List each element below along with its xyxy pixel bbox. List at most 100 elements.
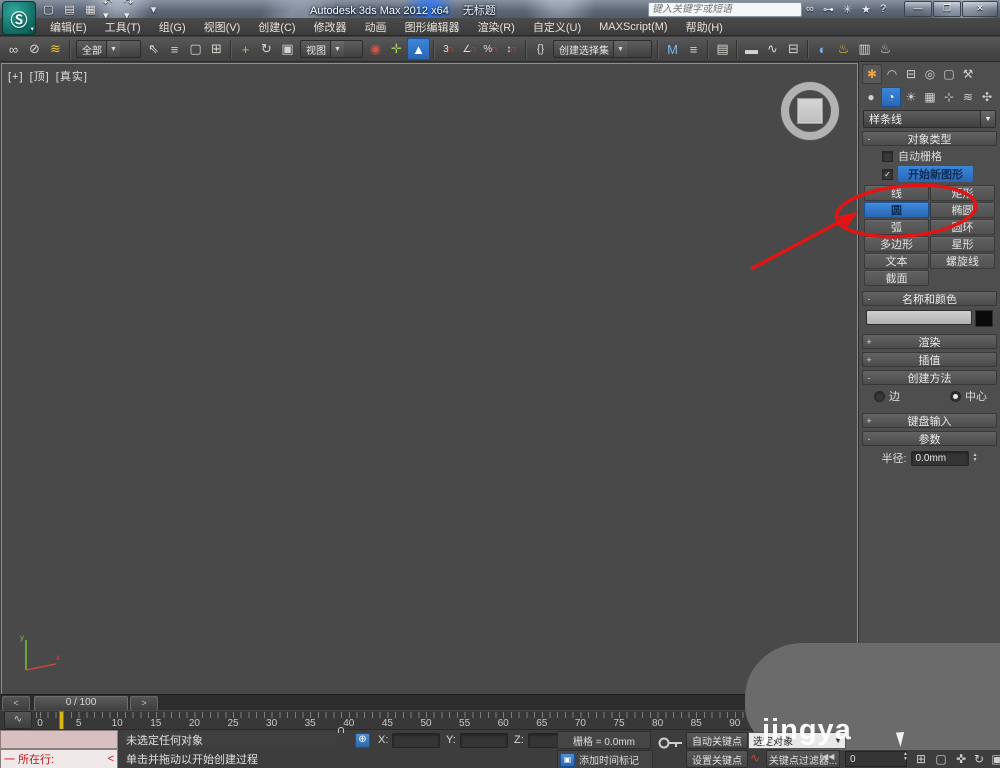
shape-button-椭圆[interactable]: 椭圆 xyxy=(930,202,995,218)
tab-modify[interactable]: ◠ xyxy=(883,65,901,83)
menu-组(G)[interactable]: 组(G) xyxy=(151,18,194,36)
render-production-icon[interactable]: ♨ xyxy=(875,39,896,59)
key-icon[interactable]: ⊶ xyxy=(823,3,834,16)
select-and-scale-icon[interactable]: ▣ xyxy=(277,39,298,59)
rendered-frame-window-icon[interactable]: ▥ xyxy=(854,39,875,59)
shape-button-圆环[interactable]: 圆环 xyxy=(930,219,995,235)
set-key-button[interactable]: 设置关键点 xyxy=(686,750,748,768)
named-selection-sets-dropdown[interactable]: 创建选择集 ▼ xyxy=(553,40,652,58)
select-and-rotate-icon[interactable]: ↻ xyxy=(256,39,277,59)
radius-spinner[interactable]: ▲ ▼ xyxy=(973,453,978,463)
rollout-creation-method-header[interactable]: - 创建方法 xyxy=(862,370,997,385)
key-mode-toggle-icon[interactable]: ⊞ xyxy=(912,750,930,767)
auto-key-icon[interactable] xyxy=(656,735,686,751)
undo-icon[interactable]: ↶ ▾ xyxy=(103,0,120,22)
window-crossing-toggle-icon[interactable]: ⊞ xyxy=(206,39,227,59)
object-color-swatch[interactable] xyxy=(975,310,993,327)
zoom-region-icon-icon[interactable]: ▢ xyxy=(932,750,950,767)
frame-spinner[interactable]: ▲ ▼ xyxy=(903,752,908,762)
curve-editor-icon[interactable]: ∿ xyxy=(762,39,783,59)
save-file-icon[interactable]: ▦ xyxy=(82,2,99,17)
rollout-keyboard-entry-header[interactable]: + 键盘输入 xyxy=(862,413,997,428)
add-time-tag[interactable]: ▣ 添加时间标记 xyxy=(557,750,653,768)
x-coordinate-field[interactable] xyxy=(392,733,440,748)
edit-named-selection-sets-icon[interactable]: {} xyxy=(530,39,551,59)
autogrid-checkbox[interactable] xyxy=(882,150,893,162)
subtab-lights[interactable]: ☀ xyxy=(902,88,920,106)
menu-视图(V)[interactable]: 视图(V) xyxy=(196,18,249,36)
help-icon[interactable]: ? xyxy=(880,3,886,15)
y-coordinate-field[interactable] xyxy=(460,733,508,748)
set-key-filters-icon[interactable]: ∿ xyxy=(750,751,760,765)
auto-key-button[interactable]: 自动关键点 xyxy=(686,732,748,749)
open-file-icon[interactable]: ▤ xyxy=(61,2,78,17)
communication-center-icon[interactable]: ✳ xyxy=(843,3,852,16)
snap-toggle-3d-icon[interactable]: 3 ∩ xyxy=(438,39,459,59)
search-icon[interactable]: ∞ xyxy=(806,3,814,15)
menu-MAXScript(M)[interactable]: MAXScript(M) xyxy=(591,20,675,34)
go-to-start-button[interactable]: |◀◀ xyxy=(820,752,834,761)
subtab-geometry[interactable]: ● xyxy=(862,88,880,106)
select-and-link-icon[interactable]: ∞ xyxy=(3,39,24,59)
keyboard-shortcut-override-toggle-icon[interactable]: ▲ xyxy=(407,38,430,60)
subtab-cameras[interactable]: ▦ xyxy=(921,88,939,106)
redo-icon[interactable]: ↷ ▾ xyxy=(124,0,141,22)
application-menu-button[interactable]: Ⓢ ▾ xyxy=(2,1,36,35)
current-frame-field[interactable]: 0 xyxy=(845,751,907,767)
subtab-systems[interactable]: ✣ xyxy=(978,88,996,106)
orbit-view-icon-icon[interactable]: ↻ xyxy=(970,750,988,767)
unlink-selection-icon[interactable]: ⊘ xyxy=(24,39,45,59)
quick-access-more-icon[interactable]: ▾ xyxy=(145,2,162,17)
shape-button-多边形[interactable]: 多边形 xyxy=(864,236,929,252)
viewcube[interactable] xyxy=(781,82,839,140)
new-scene-icon[interactable]: ▢ xyxy=(40,2,57,17)
menu-修改器[interactable]: 修改器 xyxy=(306,18,355,36)
edge-radio[interactable] xyxy=(874,390,885,402)
subtab-helpers[interactable]: ⊹ xyxy=(940,88,958,106)
selection-filter-dropdown[interactable]: 全部 ▼ xyxy=(76,40,141,58)
subtab-space-warps[interactable]: ≋ xyxy=(959,88,977,106)
shape-button-螺旋线[interactable]: 螺旋线 xyxy=(930,253,995,269)
angle-snap-toggle-icon[interactable]: ∠ ∩ xyxy=(459,39,480,59)
shape-button-线[interactable]: 线 xyxy=(864,185,929,201)
menu-自定义(U)[interactable]: 自定义(U) xyxy=(525,18,589,36)
next-frame-button[interactable]: > xyxy=(130,696,158,711)
viewport-general-menu[interactable]: [+] xyxy=(8,71,24,83)
time-slider-handle[interactable]: 0 / 100 xyxy=(34,696,128,711)
menu-渲染(R)[interactable]: 渲染(R) xyxy=(470,18,523,36)
menu-图形编辑器[interactable]: 图形编辑器 xyxy=(397,18,468,36)
rollout-name-color-header[interactable]: - 名称和颜色 xyxy=(862,291,997,306)
rollout-object-type-header[interactable]: - 对象类型 xyxy=(862,131,997,146)
minimize-button[interactable]: — xyxy=(904,1,932,17)
spinner-snap-toggle-icon[interactable]: ↕ ∩ xyxy=(501,39,522,59)
subtab-shapes[interactable]: ◔ xyxy=(881,87,901,107)
absolute-mode-toggle-icon[interactable]: ⊕ xyxy=(355,733,370,748)
mini-curve-editor-button[interactable]: ∿ xyxy=(4,711,32,729)
shape-button-圆[interactable]: 圆 xyxy=(864,202,929,218)
tab-motion[interactable]: ◎ xyxy=(921,65,939,83)
menu-帮助(H)[interactable]: 帮助(H) xyxy=(678,18,731,36)
pan-view-icon-icon[interactable]: ✜ xyxy=(952,750,970,767)
maximize-viewport-toggle-icon[interactable]: ▣ xyxy=(988,750,1000,767)
menu-编辑(E)[interactable]: 编辑(E) xyxy=(42,18,95,36)
rollout-interpolation-header[interactable]: + 插值 xyxy=(862,352,997,367)
favorites-star-icon[interactable]: ★ xyxy=(861,3,871,16)
menu-工具(T)[interactable]: 工具(T) xyxy=(97,18,149,36)
macro-recorder-field[interactable] xyxy=(0,730,118,749)
viewport-pov-menu[interactable]: [顶] xyxy=(30,71,50,83)
select-and-move-icon[interactable]: + xyxy=(235,39,256,59)
schematic-view-icon[interactable]: ⊟ xyxy=(783,39,804,59)
tab-create[interactable]: ✱ xyxy=(862,64,882,84)
mirror-icon[interactable]: M xyxy=(662,39,683,59)
rollout-parameters-header[interactable]: - 参数 xyxy=(862,431,997,446)
tab-display[interactable]: ▢ xyxy=(940,65,958,83)
viewport-top[interactable]: [+] [顶] [真实] y x xyxy=(1,63,858,695)
align-icon[interactable]: ≡ xyxy=(683,39,704,59)
graphite-ribbon-toggle-icon[interactable]: ▬ xyxy=(741,39,762,59)
menu-动画[interactable]: 动画 xyxy=(357,18,395,36)
viewcube-top-face[interactable] xyxy=(797,98,823,124)
shape-button-截面[interactable]: 截面 xyxy=(864,270,929,286)
menu-创建(C)[interactable]: 创建(C) xyxy=(250,18,303,36)
material-editor-icon[interactable]: ◐ xyxy=(812,39,833,59)
search-input[interactable] xyxy=(648,2,802,17)
